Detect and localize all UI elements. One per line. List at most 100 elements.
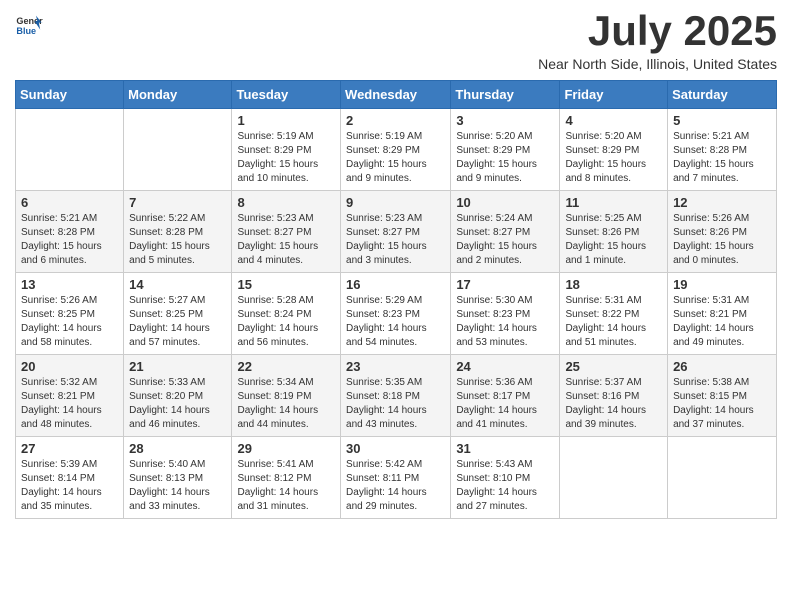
calendar-cell bbox=[560, 437, 668, 519]
day-number: 23 bbox=[346, 359, 445, 374]
day-number: 30 bbox=[346, 441, 445, 456]
weekday-header-thursday: Thursday bbox=[451, 81, 560, 109]
day-info: Sunrise: 5:41 AM Sunset: 8:12 PM Dayligh… bbox=[237, 458, 335, 514]
day-number: 24 bbox=[456, 359, 554, 374]
day-info: Sunrise: 5:30 AM Sunset: 8:23 PM Dayligh… bbox=[456, 294, 554, 350]
calendar-cell: 16Sunrise: 5:29 AM Sunset: 8:23 PM Dayli… bbox=[341, 273, 451, 355]
day-number: 19 bbox=[673, 277, 771, 292]
calendar-cell: 15 Sunrise: 5:28 AM Sunset: 8:24 PM Dayli… bbox=[232, 273, 341, 355]
day-info: Sunrise: 5:21 AM Sunset: 8:28 PM Dayligh… bbox=[673, 130, 771, 186]
day-number: 11 bbox=[565, 195, 662, 210]
day-number: 20 bbox=[21, 359, 118, 374]
day-number: 8 bbox=[237, 195, 335, 210]
day-number: 5 bbox=[673, 113, 771, 128]
calendar-cell bbox=[124, 109, 232, 191]
calendar-cell: 29 Sunrise: 5:41 AM Sunset: 8:12 PM Dayli… bbox=[232, 437, 341, 519]
weekday-header-row: SundayMondayTuesdayWednesdayThursdayFrid… bbox=[16, 81, 777, 109]
day-info: Sunrise: 5:20 AM Sunset: 8:29 PM Dayligh… bbox=[565, 130, 662, 186]
weekday-header-friday: Friday bbox=[560, 81, 668, 109]
calendar-cell: 17 Sunrise: 5:30 AM Sunset: 8:23 PM Dayli… bbox=[451, 273, 560, 355]
weekday-header-wednesday: Wednesday bbox=[341, 81, 451, 109]
day-info: Sunrise: 5:20 AM Sunset: 8:29 PM Dayligh… bbox=[456, 130, 554, 186]
calendar-week-row: 20 Sunrise: 5:32 AM Sunset: 8:21 PM Dayli… bbox=[16, 355, 777, 437]
day-number: 12 bbox=[673, 195, 771, 210]
page-header: General Blue July 2025 Near North Side, … bbox=[15, 10, 777, 72]
day-info: Sunrise: 5:19 AM Sunset: 8:29 PM Dayligh… bbox=[346, 130, 445, 186]
day-info: Sunrise: 5:31 AM Sunset: 8:21 PM Dayligh… bbox=[673, 294, 771, 350]
calendar-cell: 2 Sunrise: 5:19 AM Sunset: 8:29 PM Daylig… bbox=[341, 109, 451, 191]
day-info: Sunrise: 5:27 AM Sunset: 8:25 PM Dayligh… bbox=[129, 294, 226, 350]
calendar-cell: 12 Sunrise: 5:26 AM Sunset: 8:26 PM Dayli… bbox=[668, 191, 777, 273]
calendar-cell bbox=[668, 437, 777, 519]
logo: General Blue bbox=[15, 10, 43, 38]
day-info: Sunrise: 5:24 AM Sunset: 8:27 PM Dayligh… bbox=[456, 212, 554, 268]
calendar-table: SundayMondayTuesdayWednesdayThursdayFrid… bbox=[15, 80, 777, 519]
day-number: 25 bbox=[565, 359, 662, 374]
day-number: 14 bbox=[129, 277, 226, 292]
calendar-cell: 13 Sunrise: 5:26 AM Sunset: 8:25 PM Dayli… bbox=[16, 273, 124, 355]
day-info: Sunrise: 5:39 AM Sunset: 8:14 PM Dayligh… bbox=[21, 458, 118, 514]
calendar-cell: 23 Sunrise: 5:35 AM Sunset: 8:18 PM Dayli… bbox=[341, 355, 451, 437]
day-number: 9 bbox=[346, 195, 445, 210]
calendar-cell: 3 Sunrise: 5:20 AM Sunset: 8:29 PM Daylig… bbox=[451, 109, 560, 191]
day-number: 15 bbox=[237, 277, 335, 292]
day-info: Sunrise: 5:34 AM Sunset: 8:19 PM Dayligh… bbox=[237, 376, 335, 432]
calendar-week-row: 6 Sunrise: 5:21 AM Sunset: 8:28 PM Daylig… bbox=[16, 191, 777, 273]
day-info: Sunrise: 5:19 AM Sunset: 8:29 PM Dayligh… bbox=[237, 130, 335, 186]
calendar-cell: 28Sunrise: 5:40 AM Sunset: 8:13 PM Dayli… bbox=[124, 437, 232, 519]
calendar-cell: 11Sunrise: 5:25 AM Sunset: 8:26 PM Dayli… bbox=[560, 191, 668, 273]
day-number: 13 bbox=[21, 277, 118, 292]
calendar-cell: 6 Sunrise: 5:21 AM Sunset: 8:28 PM Daylig… bbox=[16, 191, 124, 273]
svg-text:Blue: Blue bbox=[16, 26, 36, 36]
calendar-cell: 7Sunrise: 5:22 AM Sunset: 8:28 PM Daylig… bbox=[124, 191, 232, 273]
day-number: 28 bbox=[129, 441, 226, 456]
calendar-week-row: 27 Sunrise: 5:39 AM Sunset: 8:14 PM Dayli… bbox=[16, 437, 777, 519]
day-info: Sunrise: 5:28 AM Sunset: 8:24 PM Dayligh… bbox=[237, 294, 335, 350]
day-number: 26 bbox=[673, 359, 771, 374]
day-number: 16 bbox=[346, 277, 445, 292]
calendar-cell: 4 Sunrise: 5:20 AM Sunset: 8:29 PM Daylig… bbox=[560, 109, 668, 191]
day-number: 1 bbox=[237, 113, 335, 128]
calendar-cell: 8Sunrise: 5:23 AM Sunset: 8:27 PM Daylig… bbox=[232, 191, 341, 273]
calendar-cell: 19 Sunrise: 5:31 AM Sunset: 8:21 PM Dayli… bbox=[668, 273, 777, 355]
weekday-header-tuesday: Tuesday bbox=[232, 81, 341, 109]
day-info: Sunrise: 5:33 AM Sunset: 8:20 PM Dayligh… bbox=[129, 376, 226, 432]
calendar-cell: 20 Sunrise: 5:32 AM Sunset: 8:21 PM Dayli… bbox=[16, 355, 124, 437]
day-info: Sunrise: 5:31 AM Sunset: 8:22 PM Dayligh… bbox=[565, 294, 662, 350]
calendar-cell: 31Sunrise: 5:43 AM Sunset: 8:10 PM Dayli… bbox=[451, 437, 560, 519]
calendar-cell: 27 Sunrise: 5:39 AM Sunset: 8:14 PM Dayli… bbox=[16, 437, 124, 519]
day-info: Sunrise: 5:35 AM Sunset: 8:18 PM Dayligh… bbox=[346, 376, 445, 432]
day-number: 17 bbox=[456, 277, 554, 292]
day-info: Sunrise: 5:26 AM Sunset: 8:25 PM Dayligh… bbox=[21, 294, 118, 350]
day-number: 4 bbox=[565, 113, 662, 128]
calendar-week-row: 13 Sunrise: 5:26 AM Sunset: 8:25 PM Dayli… bbox=[16, 273, 777, 355]
calendar-cell: 5 Sunrise: 5:21 AM Sunset: 8:28 PM Daylig… bbox=[668, 109, 777, 191]
calendar-cell: 26Sunrise: 5:38 AM Sunset: 8:15 PM Dayli… bbox=[668, 355, 777, 437]
day-number: 7 bbox=[129, 195, 226, 210]
day-number: 27 bbox=[21, 441, 118, 456]
calendar-cell: 1 Sunrise: 5:19 AM Sunset: 8:29 PM Daylig… bbox=[232, 109, 341, 191]
calendar-cell: 24Sunrise: 5:36 AM Sunset: 8:17 PM Dayli… bbox=[451, 355, 560, 437]
calendar-cell: 30 Sunrise: 5:42 AM Sunset: 8:11 PM Dayli… bbox=[341, 437, 451, 519]
day-info: Sunrise: 5:26 AM Sunset: 8:26 PM Dayligh… bbox=[673, 212, 771, 268]
day-info: Sunrise: 5:23 AM Sunset: 8:27 PM Dayligh… bbox=[346, 212, 445, 268]
day-info: Sunrise: 5:42 AM Sunset: 8:11 PM Dayligh… bbox=[346, 458, 445, 514]
day-number: 21 bbox=[129, 359, 226, 374]
day-number: 18 bbox=[565, 277, 662, 292]
logo-icon: General Blue bbox=[15, 10, 43, 38]
day-number: 3 bbox=[456, 113, 554, 128]
day-number: 29 bbox=[237, 441, 335, 456]
calendar-cell: 10Sunrise: 5:24 AM Sunset: 8:27 PM Dayli… bbox=[451, 191, 560, 273]
day-number: 6 bbox=[21, 195, 118, 210]
calendar-cell: 25 Sunrise: 5:37 AM Sunset: 8:16 PM Dayli… bbox=[560, 355, 668, 437]
day-number: 2 bbox=[346, 113, 445, 128]
calendar-cell: 9 Sunrise: 5:23 AM Sunset: 8:27 PM Daylig… bbox=[341, 191, 451, 273]
calendar-cell: 14 Sunrise: 5:27 AM Sunset: 8:25 PM Dayli… bbox=[124, 273, 232, 355]
calendar-cell: 21 Sunrise: 5:33 AM Sunset: 8:20 PM Dayli… bbox=[124, 355, 232, 437]
day-number: 31 bbox=[456, 441, 554, 456]
day-info: Sunrise: 5:32 AM Sunset: 8:21 PM Dayligh… bbox=[21, 376, 118, 432]
calendar-cell: 22Sunrise: 5:34 AM Sunset: 8:19 PM Dayli… bbox=[232, 355, 341, 437]
title-area: July 2025 Near North Side, Illinois, Uni… bbox=[538, 10, 777, 72]
day-info: Sunrise: 5:37 AM Sunset: 8:16 PM Dayligh… bbox=[565, 376, 662, 432]
day-info: Sunrise: 5:21 AM Sunset: 8:28 PM Dayligh… bbox=[21, 212, 118, 268]
